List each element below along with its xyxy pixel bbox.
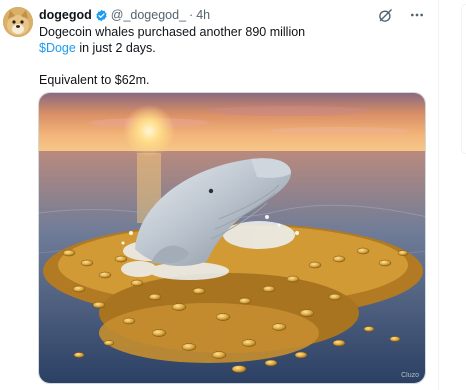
- separator-dot: ·: [189, 8, 194, 22]
- display-name[interactable]: dogegod: [39, 8, 92, 22]
- doge-avatar-image: [3, 7, 33, 37]
- tweet-text-fragment: in just 2 days.: [75, 41, 156, 55]
- tweet-actions: [376, 6, 426, 24]
- whale-coins-image: Cluzo: [39, 93, 425, 383]
- column-divider: [438, 0, 439, 390]
- cashtag-link[interactable]: $Doge: [39, 41, 76, 55]
- tweet-text-line: $Doge in just 2 days.: [39, 40, 431, 56]
- tweet-text-line: Equivalent to $62m.: [39, 73, 150, 87]
- tweet-text: Dogecoin whales purchased another 890 mi…: [39, 24, 431, 88]
- avatar[interactable]: [3, 7, 33, 37]
- user-handle[interactable]: @_dogegod_: [111, 8, 186, 22]
- tweet-image[interactable]: Cluzo: [38, 92, 426, 384]
- more-icon[interactable]: [408, 6, 426, 24]
- tweet-header: dogegod @_dogegod_ · 4h: [39, 7, 434, 23]
- image-watermark: Cluzo: [401, 372, 419, 379]
- tweet: dogegod @_dogegod_ · 4h Dogecoin whales …: [0, 0, 438, 390]
- side-panel: [461, 4, 466, 154]
- timestamp[interactable]: 4h: [196, 8, 210, 22]
- verified-badge-icon: [95, 9, 108, 22]
- tweet-text-line: Dogecoin whales purchased another 890 mi…: [39, 25, 306, 39]
- grok-icon[interactable]: [376, 6, 394, 24]
